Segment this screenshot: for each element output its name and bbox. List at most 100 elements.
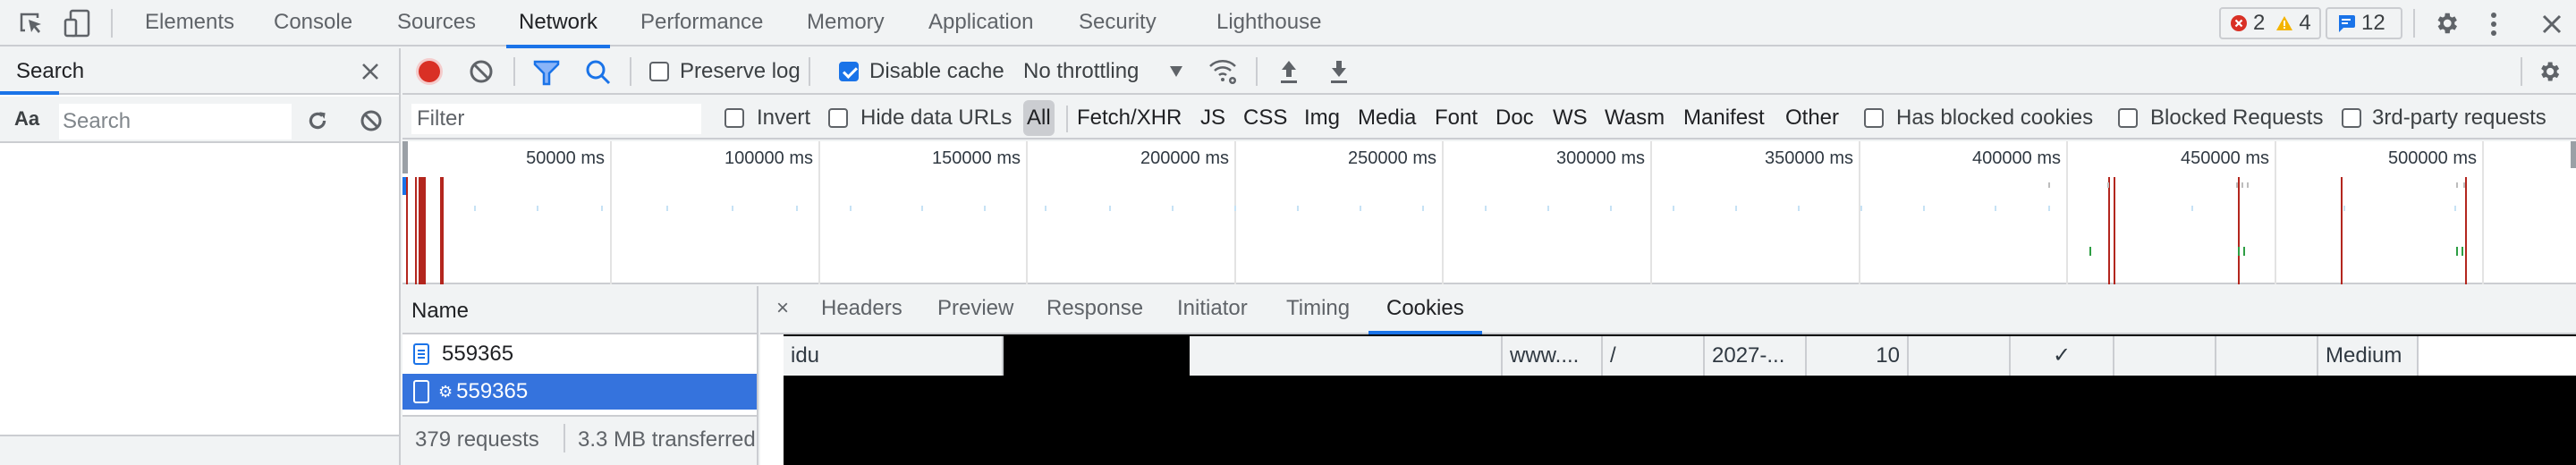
has-blocked-cookies-checkbox[interactable] <box>1864 108 1884 128</box>
overview-request-tick <box>2456 182 2458 188</box>
type-filter-fetch-xhr[interactable]: Fetch/XHR <box>1073 100 1185 136</box>
document-icon <box>413 343 429 365</box>
overview-request-tick <box>2343 206 2345 211</box>
cookie-secure-cell[interactable]: ✓ <box>2011 336 2114 376</box>
cookie-name-cell[interactable]: idu <box>784 336 1004 376</box>
divider <box>630 57 631 86</box>
overview-load-marker <box>415 177 417 284</box>
overview-request-tick <box>2463 182 2465 188</box>
type-filter-ws[interactable]: WS <box>1549 100 1591 136</box>
hide-data-urls-checkbox[interactable] <box>828 108 848 128</box>
search-icon[interactable] <box>585 59 612 86</box>
throttling-select[interactable]: No throttling <box>1023 59 1139 84</box>
overview-tick-label: 300000 ms <box>1556 148 1645 168</box>
overview-tick-label: 200000 ms <box>1140 148 1229 168</box>
issues-counter-button[interactable]: 2 4 <box>2219 7 2321 39</box>
network-settings-icon[interactable] <box>2537 59 2562 84</box>
tab-console[interactable]: Console <box>274 0 352 46</box>
tab-initiator[interactable]: Initiator <box>1177 286 1248 333</box>
type-filter-manifest[interactable]: Manifest <box>1680 100 1768 136</box>
network-overview-timeline[interactable]: 50000 ms 100000 ms 150000 ms 200000 ms 25000… <box>402 141 2576 284</box>
type-filter-other[interactable]: Other <box>1782 100 1843 136</box>
third-party-requests-checkbox[interactable] <box>2342 108 2361 128</box>
tab-cookies[interactable]: Cookies <box>1368 286 1482 334</box>
clear-log-icon[interactable] <box>469 59 494 84</box>
cookie-value-cell[interactable] <box>1190 336 1503 376</box>
cookie-priority-cell[interactable]: Medium <box>2318 336 2419 376</box>
search-input[interactable] <box>59 104 292 140</box>
tab-preview[interactable]: Preview <box>937 286 1013 333</box>
cookie-partition-key-cell[interactable] <box>2216 336 2318 376</box>
cookie-domain-cell[interactable]: www.... <box>1503 336 1603 376</box>
request-row-selected[interactable]: ⚙ 559365 <box>402 374 757 410</box>
overview-request-tick <box>2107 182 2109 188</box>
disable-cache-checkbox[interactable] <box>839 62 859 81</box>
request-row[interactable]: 559365 <box>402 336 757 372</box>
cookie-size-cell[interactable]: 10 <box>1807 336 1909 376</box>
overview-scrollbar[interactable] <box>2571 141 2576 168</box>
type-filter-wasm[interactable]: Wasm <box>1601 100 1668 136</box>
overview-request-tick <box>796 206 798 211</box>
kebab-menu-icon[interactable] <box>2488 11 2499 38</box>
overview-tick-label: 250000 ms <box>1348 148 1436 168</box>
has-blocked-cookies-label: Has blocked cookies <box>1896 106 2094 130</box>
name-column-header[interactable]: Name <box>402 286 757 334</box>
overview-request-tick <box>1109 206 1111 211</box>
tab-headers[interactable]: Headers <box>821 286 902 333</box>
overview-request-tick <box>537 206 538 211</box>
overview-request-tick <box>1610 206 1612 211</box>
type-filter-all[interactable]: All <box>1023 100 1055 136</box>
messages-counter-button[interactable]: 12 <box>2326 7 2402 39</box>
blocked-requests-checkbox[interactable] <box>2118 108 2138 128</box>
device-toolbar-icon[interactable] <box>63 9 91 38</box>
type-filter-js[interactable]: JS <box>1197 100 1229 136</box>
cookie-row-filler <box>2419 336 2576 376</box>
type-filter-img[interactable]: Img <box>1301 100 1343 136</box>
inspect-element-icon[interactable] <box>18 11 45 36</box>
preserve-log-checkbox[interactable] <box>649 62 669 81</box>
export-har-icon[interactable] <box>1329 59 1349 84</box>
network-summary-bar: 379 requests 3.3 MB transferred <box>402 415 757 465</box>
gear-icon[interactable] <box>2433 10 2460 37</box>
tab-performance[interactable]: Performance <box>640 0 763 46</box>
refresh-icon[interactable] <box>306 109 329 132</box>
overview-tick-label: 50000 ms <box>526 148 605 168</box>
overview-left-handle[interactable] <box>402 141 408 173</box>
tab-elements[interactable]: Elements <box>145 0 234 46</box>
overview-grid-line <box>1234 141 1236 284</box>
cookie-samesite-cell[interactable] <box>2114 336 2216 376</box>
chevron-down-icon[interactable] <box>1170 66 1182 77</box>
tab-response[interactable]: Response <box>1046 286 1143 333</box>
transferred-size: 3.3 MB transferred <box>578 427 755 452</box>
close-details-button[interactable]: × <box>776 286 789 333</box>
overview-request-tick <box>2191 206 2193 211</box>
tab-lighthouse[interactable]: Lighthouse <box>1216 0 1321 46</box>
record-button[interactable] <box>415 57 444 86</box>
close-search-icon[interactable] <box>361 63 379 80</box>
import-har-icon[interactable] <box>1279 59 1299 84</box>
cookie-path-cell[interactable]: / <box>1603 336 1705 376</box>
tab-timing[interactable]: Timing <box>1286 286 1350 333</box>
tab-application[interactable]: Application <box>928 0 1033 46</box>
type-filter-doc[interactable]: Doc <box>1492 100 1538 136</box>
type-filter-font[interactable]: Font <box>1431 100 1481 136</box>
message-icon <box>2336 13 2356 33</box>
clear-search-icon[interactable] <box>360 109 383 132</box>
tab-sources[interactable]: Sources <box>397 0 476 46</box>
overview-tick-label: 100000 ms <box>724 148 813 168</box>
cookie-httponly-cell[interactable] <box>1909 336 2011 376</box>
tab-network[interactable]: Network <box>505 0 611 48</box>
filter-icon[interactable] <box>533 59 560 86</box>
tab-memory[interactable]: Memory <box>807 0 885 46</box>
overview-load-marker <box>2465 177 2467 284</box>
type-filter-css[interactable]: CSS <box>1240 100 1291 136</box>
tab-security[interactable]: Security <box>1079 0 1157 46</box>
invert-checkbox[interactable] <box>724 108 744 128</box>
filter-input[interactable] <box>411 104 701 134</box>
network-conditions-icon[interactable] <box>1208 57 1240 86</box>
close-icon[interactable] <box>2542 14 2562 34</box>
search-panel-title[interactable]: Search <box>16 48 84 95</box>
cookie-expires-cell[interactable]: 2027-... <box>1705 336 1807 376</box>
type-filter-media[interactable]: Media <box>1354 100 1419 136</box>
match-case-button[interactable]: Aa <box>14 107 39 131</box>
